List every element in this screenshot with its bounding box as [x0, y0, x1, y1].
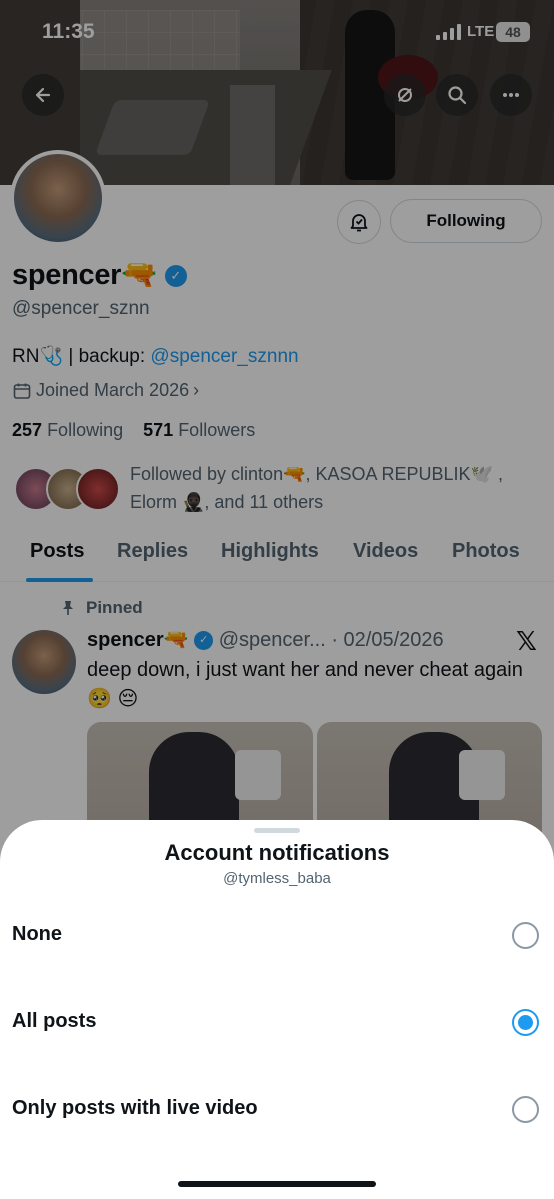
radio-none[interactable]: [512, 922, 539, 949]
account-notifications-sheet: Account notifications @tymless_baba None…: [0, 820, 554, 1199]
option-none[interactable]: None: [0, 901, 554, 971]
sheet-subtitle: @tymless_baba: [223, 870, 331, 887]
option-live-video[interactable]: Only posts with live video: [0, 1075, 554, 1145]
radio-all-posts[interactable]: [512, 1009, 539, 1036]
option-label: Only posts with live video: [12, 1097, 258, 1119]
radio-live-video[interactable]: [512, 1096, 539, 1123]
sheet-title: Account notifications: [164, 840, 390, 865]
option-all-posts[interactable]: All posts: [0, 988, 554, 1058]
option-label: All posts: [12, 1010, 97, 1032]
sheet-grabber[interactable]: [254, 828, 300, 833]
home-indicator[interactable]: [178, 1181, 376, 1187]
option-label: None: [12, 923, 62, 945]
